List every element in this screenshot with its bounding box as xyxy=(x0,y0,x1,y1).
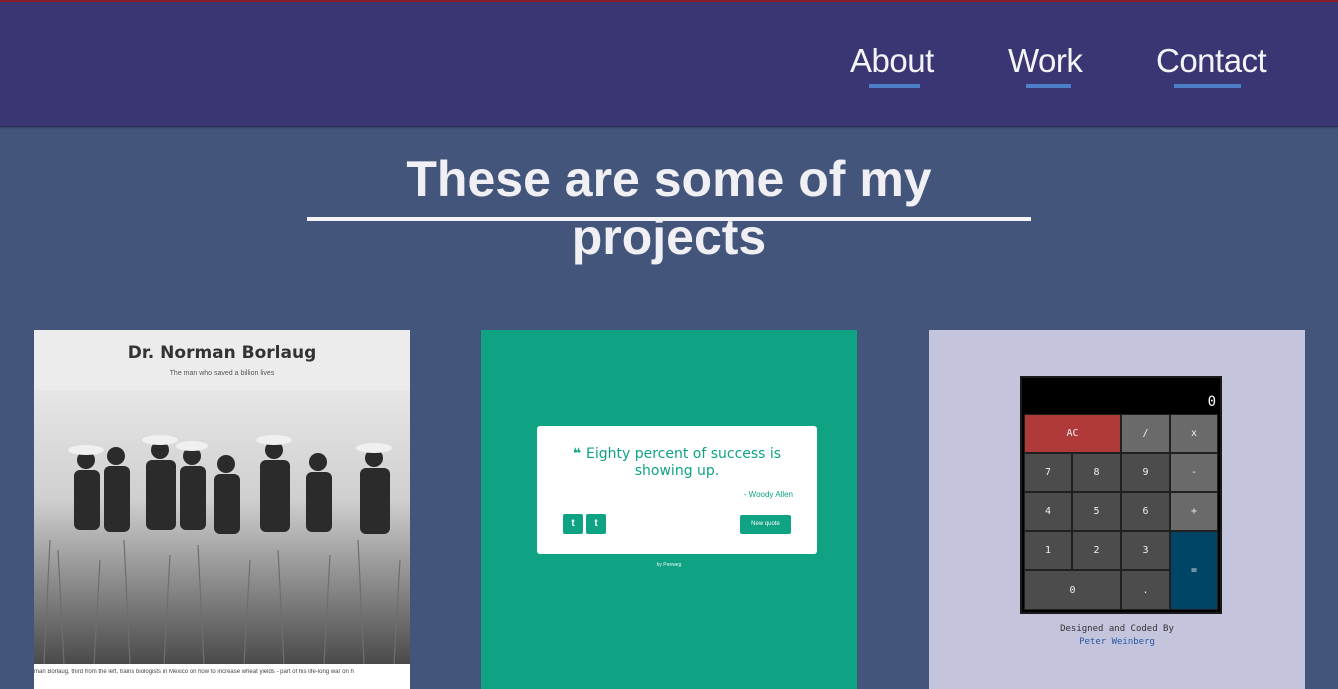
new-quote-button[interactable]: New quote xyxy=(740,515,791,534)
calc-key-ac[interactable]: AC xyxy=(1024,414,1121,453)
borlaug-subtitle: The man who saved a billion lives xyxy=(169,370,275,377)
navbar: About Work Contact xyxy=(0,2,1338,127)
calc-key-6[interactable]: 6 xyxy=(1121,492,1170,531)
twitter-share-icon[interactable]: t xyxy=(563,514,583,534)
calculator: 0 AC / x 7 8 9 - 4 5 6 + 1 2 3 = 0 . xyxy=(1020,376,1222,614)
calc-key-equals[interactable]: = xyxy=(1170,531,1218,610)
project-card-quote-machine[interactable]: ❝ Eighty percent of success is showing u… xyxy=(481,330,857,689)
nav-work-link[interactable]: Work xyxy=(1008,42,1083,80)
project-card-calculator[interactable]: 0 AC / x 7 8 9 - 4 5 6 + 1 2 3 = 0 . Des… xyxy=(929,330,1305,689)
calc-key-8[interactable]: 8 xyxy=(1072,453,1121,492)
calc-key-1[interactable]: 1 xyxy=(1024,531,1072,570)
calculator-display: 0 xyxy=(1207,394,1216,410)
calc-key-5[interactable]: 5 xyxy=(1072,492,1121,531)
calc-key-0[interactable]: 0 xyxy=(1024,570,1121,610)
nav-work-underline xyxy=(1026,84,1071,88)
calculator-credit-label: Designed and Coded By xyxy=(1060,624,1174,634)
calc-key-9[interactable]: 9 xyxy=(1121,453,1170,492)
calc-key-3[interactable]: 3 xyxy=(1121,531,1170,570)
title-underline xyxy=(307,217,1031,221)
calc-key-add[interactable]: + xyxy=(1170,492,1218,531)
calculator-credit: Designed and Coded By Peter Weinberg xyxy=(929,623,1305,649)
nav-about-underline xyxy=(869,84,920,88)
borlaug-photo xyxy=(34,390,410,665)
borlaug-header: Dr. Norman Borlaug The man who saved a b… xyxy=(34,330,410,390)
quote-credit: by Peeweg xyxy=(656,562,682,568)
page-title: These are some of my projects xyxy=(406,151,932,265)
quote-text: ❝ Eighty percent of success is showing u… xyxy=(572,446,782,479)
calculator-author-link[interactable]: Peter Weinberg xyxy=(929,636,1305,649)
quote-box: ❝ Eighty percent of success is showing u… xyxy=(537,426,817,554)
calc-key-divide[interactable]: / xyxy=(1121,414,1170,453)
nav-contact-underline xyxy=(1174,84,1241,88)
calc-key-multiply[interactable]: x xyxy=(1170,414,1218,453)
calc-key-2[interactable]: 2 xyxy=(1072,531,1121,570)
quote-mark-icon: ❝ xyxy=(572,446,586,462)
calc-key-7[interactable]: 7 xyxy=(1024,453,1072,492)
nav-contact-link[interactable]: Contact xyxy=(1156,42,1267,80)
borlaug-title: Dr. Norman Borlaug xyxy=(127,343,317,363)
nav-about-link[interactable]: About xyxy=(850,42,934,80)
quote-author: - Woody Allen xyxy=(743,490,793,499)
calc-key-subtract[interactable]: - xyxy=(1170,453,1218,492)
calc-key-decimal[interactable]: . xyxy=(1121,570,1170,610)
tumblr-share-icon[interactable]: t xyxy=(586,514,606,534)
calc-key-4[interactable]: 4 xyxy=(1024,492,1072,531)
borlaug-caption: man Borlaug, third from the left, trains… xyxy=(34,669,354,675)
project-card-borlaug[interactable]: Dr. Norman Borlaug The man who saved a b… xyxy=(34,330,410,689)
